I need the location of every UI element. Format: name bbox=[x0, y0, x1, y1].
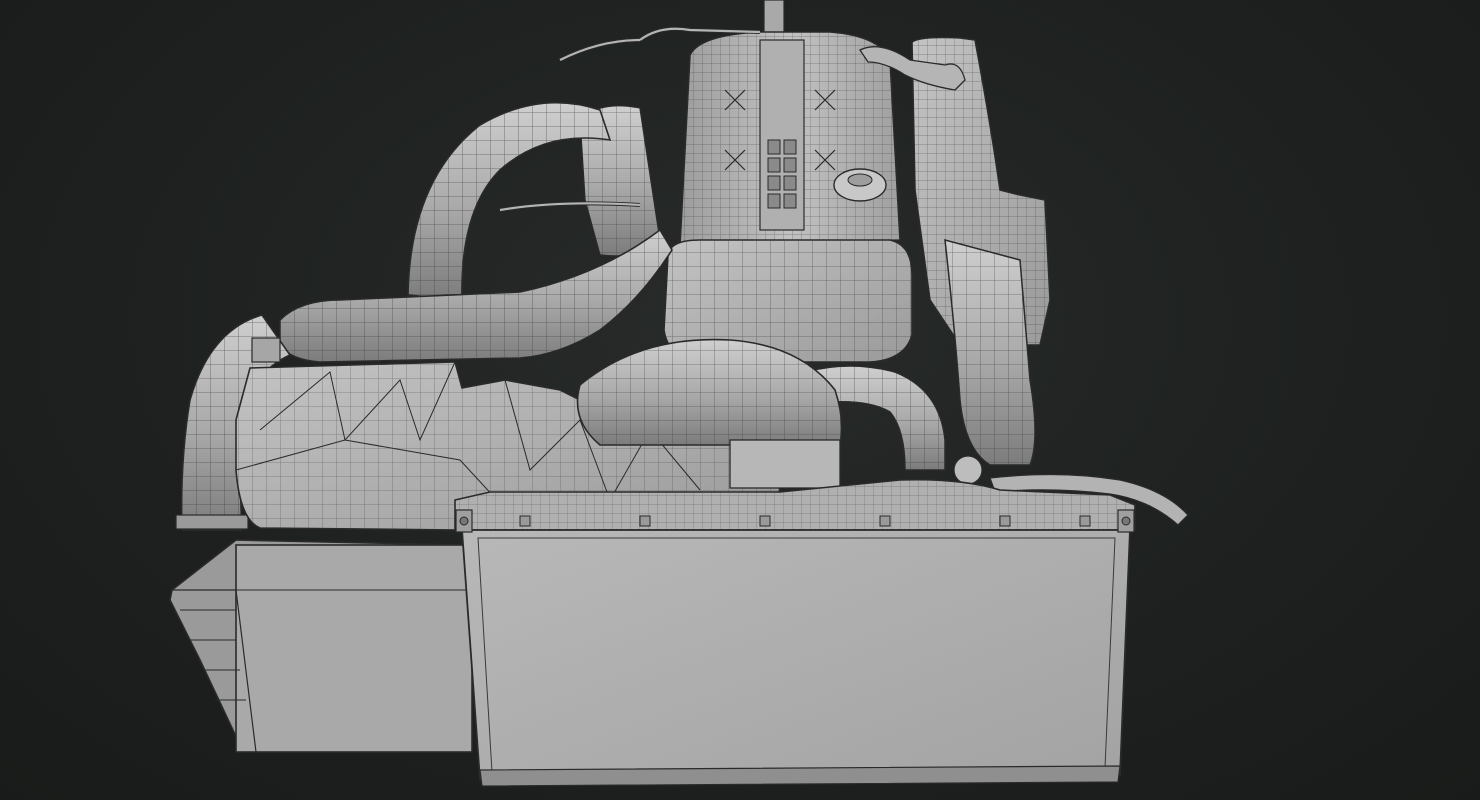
radiator-shape bbox=[454, 478, 1136, 787]
render-viewport bbox=[0, 0, 1480, 800]
engine-render bbox=[169, 0, 1189, 787]
side-box-shape bbox=[169, 539, 473, 753]
